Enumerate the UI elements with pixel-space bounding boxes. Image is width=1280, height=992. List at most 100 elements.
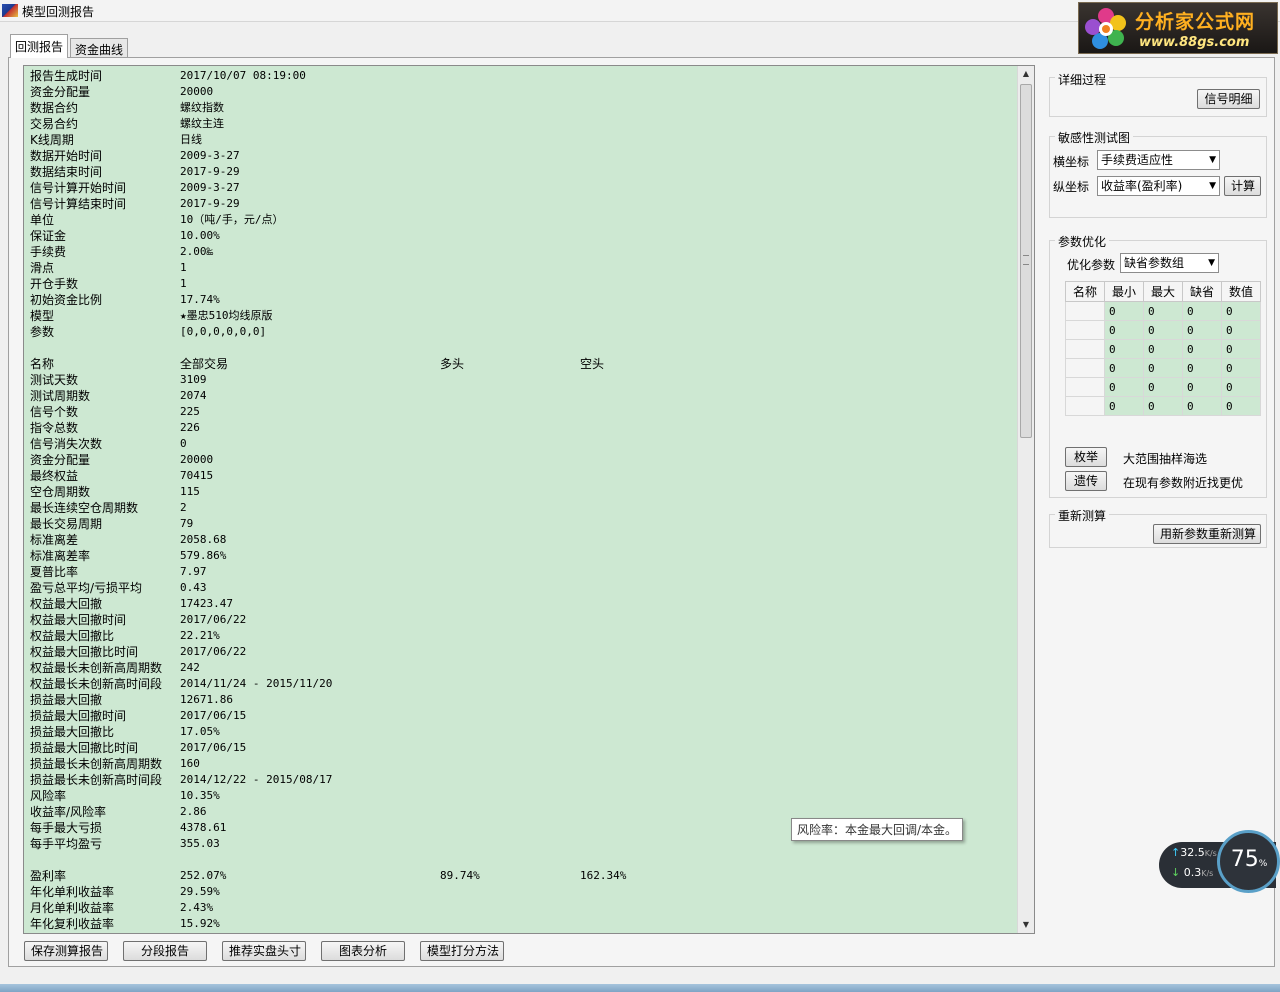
row-all: 1 [180,277,187,290]
row-label: 名称 [30,357,55,371]
param-row[interactable]: 0000 [1065,301,1261,321]
row-all: 17.05% [180,725,220,738]
param-max-cell[interactable]: 0 [1143,339,1183,359]
tab-backtest-report[interactable]: 回测报告 [10,34,69,58]
row-all: 79 [180,517,194,530]
row-all: 225 [180,405,200,418]
upload-speed: ↑32.5K/s [1171,846,1217,859]
param-max-cell[interactable]: 0 [1143,301,1183,321]
recalc-title: 重新测算 [1055,507,1110,524]
genetic-button[interactable]: 遗传 [1065,471,1107,491]
report-list[interactable]: 报告生成时间 2017/10/07 08:19:00 资金分配量 20000 数据合约螺… [23,65,1035,934]
row-all: 全部交易 [180,357,229,371]
tab-equity-curve[interactable]: 资金曲线 [70,38,129,58]
x-axis-select[interactable]: 手续费适应性 ▼ [1097,150,1220,170]
param-row[interactable]: 0000 [1065,339,1261,359]
chevron-down-icon: ▼ [1209,155,1216,165]
usage-percent: 75% [1220,847,1278,872]
param-name-cell[interactable] [1065,377,1105,397]
param-min-cell[interactable]: 0 [1104,377,1144,397]
report-scrollbar[interactable]: ▲ ▼ [1017,66,1034,933]
optimize-param-select[interactable]: 缺省参数组 ▼ [1120,253,1219,273]
row-all: 20000 [180,85,214,98]
enumerate-description: 大范围抽样海选 [1123,452,1208,466]
usage-gauge[interactable]: 75% [1217,830,1280,893]
param-default-cell[interactable]: 0 [1182,339,1222,359]
param-value-cell[interactable]: 0 [1221,301,1261,321]
row-label: 最长交易周期 [30,517,103,531]
row-all: 2009-3-27 [180,181,240,194]
row-all: 15.92% [180,917,220,930]
row-label: 信号个数 [30,405,79,419]
param-default-cell[interactable]: 0 [1182,301,1222,321]
row-all: 2.00‱ [180,245,214,258]
param-max-cell[interactable]: 0 [1143,358,1183,378]
param-max-cell[interactable]: 0 [1143,320,1183,340]
segment-report-button[interactable]: 分段报告 [123,941,207,961]
taskbar [0,984,1280,992]
param-value-cell[interactable]: 0 [1221,396,1261,416]
row-label: 损益最长未创新高时间段 [30,773,163,787]
param-value-cell[interactable]: 0 [1221,339,1261,359]
row-all: 2017-9-29 [180,197,240,210]
row-all: 29.59% [180,885,220,898]
scroll-thumb[interactable] [1020,84,1032,438]
param-min-cell[interactable]: 0 [1104,396,1144,416]
param-name-cell[interactable] [1065,396,1105,416]
param-min-cell[interactable]: 0 [1104,339,1144,359]
row-label: 空仓周期数 [30,485,91,499]
row-all: 日线 [180,133,202,146]
upload-unit: K/s [1204,849,1217,858]
param-col-min: 最小 [1104,281,1144,302]
param-min-cell[interactable]: 0 [1104,320,1144,340]
row-all: 17423.47 [180,597,233,610]
param-value-cell[interactable]: 0 [1221,377,1261,397]
param-default-cell[interactable]: 0 [1182,396,1222,416]
calculate-button[interactable]: 计算 [1224,176,1261,196]
model-scoring-button[interactable]: 模型打分方法 [420,941,504,961]
param-default-cell[interactable]: 0 [1182,320,1222,340]
row-label: 盈亏总平均/亏损平均 [30,581,143,595]
param-default-cell[interactable]: 0 [1182,358,1222,378]
param-max-cell[interactable]: 0 [1143,396,1183,416]
row-all: 2014/11/24 - 2015/11/20 [180,677,333,690]
row-all: 2074 [180,389,207,402]
row-all: 10.00% [180,229,220,242]
param-name-cell[interactable] [1065,301,1105,321]
row-label: 交易合约 [30,117,79,131]
param-row[interactable]: 0000 [1065,320,1261,340]
param-name-cell[interactable] [1065,358,1105,378]
row-all: 3109 [180,373,207,386]
param-min-cell[interactable]: 0 [1104,301,1144,321]
row-all: 70415 [180,469,214,482]
save-report-button[interactable]: 保存测算报告 [24,941,108,961]
param-min-cell[interactable]: 0 [1104,358,1144,378]
param-name-cell[interactable] [1065,339,1105,359]
recommend-position-button[interactable]: 推荐实盘头寸 [222,941,306,961]
scroll-up-icon[interactable]: ▲ [1018,66,1034,82]
row-all: 2017/06/15 [180,709,247,722]
param-default-cell[interactable]: 0 [1182,377,1222,397]
row-label: 手续费 [30,245,67,259]
row-label: 权益最大回撤比时间 [30,645,139,659]
param-value-cell[interactable]: 0 [1221,320,1261,340]
y-axis-value: 收益率(盈利率) [1101,179,1183,193]
chart-analysis-button[interactable]: 图表分析 [321,941,405,961]
recalc-button[interactable]: 用新参数重新测算 [1153,524,1261,544]
param-row[interactable]: 0000 [1065,358,1261,378]
scroll-down-icon[interactable]: ▼ [1018,917,1034,933]
row-all: 2 [180,501,187,514]
param-value-cell[interactable]: 0 [1221,358,1261,378]
download-value: 0.3 [1183,866,1202,879]
row-all: ★墨忠510均线原版 [180,309,273,322]
signal-detail-button[interactable]: 信号明细 [1197,89,1260,109]
enumerate-button[interactable]: 枚举 [1065,447,1107,467]
param-name-cell[interactable] [1065,320,1105,340]
param-row[interactable]: 0000 [1065,396,1261,416]
row-label: 参数 [30,325,55,339]
y-axis-select[interactable]: 收益率(盈利率) ▼ [1097,176,1220,196]
row-label: 权益最长未创新高时间段 [30,677,163,691]
param-row[interactable]: 0000 [1065,377,1261,397]
param-max-cell[interactable]: 0 [1143,377,1183,397]
row-label: 夏普比率 [30,565,79,579]
